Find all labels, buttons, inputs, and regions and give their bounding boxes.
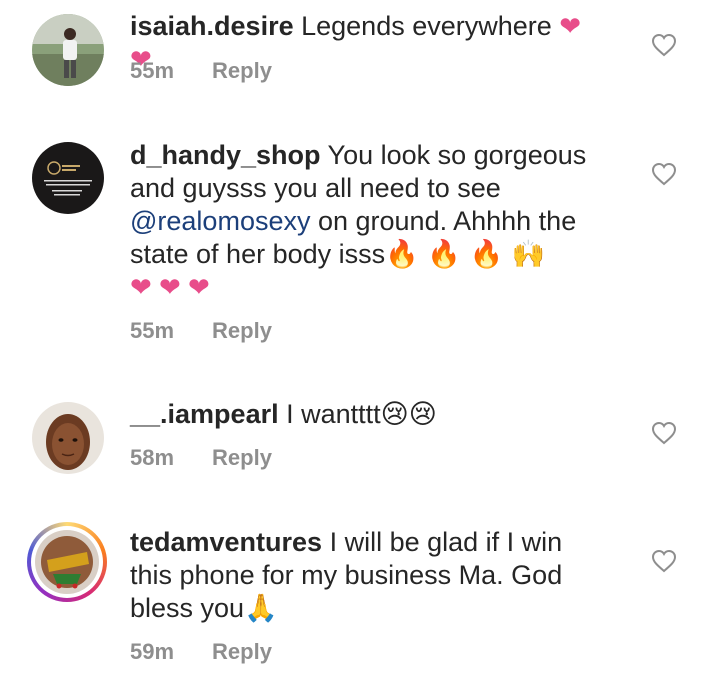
avatar [31, 526, 103, 598]
avatar-photo [32, 402, 104, 474]
comment-meta: 58m Reply [130, 445, 272, 471]
comment-text: __.iampearl I wantttt😢😢 [130, 398, 600, 431]
heart-outline-icon[interactable] [651, 421, 677, 445]
reply-button[interactable]: Reply [212, 445, 272, 470]
comment-meta: 59m Reply [130, 639, 272, 665]
reply-button[interactable]: Reply [212, 58, 272, 83]
heart-emoji: ❤ ❤ ❤ [130, 272, 210, 302]
mention-link[interactable]: @realomosexy [130, 206, 310, 236]
comment-meta: 55m Reply [130, 58, 272, 84]
praying-hands-emoji: 🙏 [244, 593, 278, 624]
comment-time: 59m [130, 639, 175, 664]
comment-meta: 55m Reply [130, 318, 272, 344]
heart-outline-icon[interactable] [651, 549, 677, 573]
comment-username[interactable]: tedamventures [130, 527, 322, 557]
avatar-photo [32, 142, 104, 214]
comment-username[interactable]: d_handy_shop [130, 140, 321, 170]
comment-time: 55m [130, 58, 175, 83]
avatar[interactable] [32, 142, 104, 214]
avatar-photo [32, 14, 104, 86]
avatar-photo [35, 530, 99, 594]
comment-username[interactable]: isaiah.desire [130, 11, 294, 41]
comment-time: 55m [130, 318, 175, 343]
reply-button[interactable]: Reply [212, 639, 272, 664]
avatar-story-ring[interactable] [27, 522, 107, 602]
avatar[interactable] [32, 14, 104, 86]
comment-body: Legends everywhere [293, 11, 552, 41]
comment-time: 58m [130, 445, 175, 470]
fire-emoji: 🔥 🔥 🔥 🙌 [385, 239, 546, 270]
comment-body: I wantttt [278, 399, 381, 429]
comment-text: d_handy_shop You look so gorgeous and gu… [130, 139, 600, 304]
comment-text: tedamventures I will be glad if I win th… [130, 526, 600, 625]
sad-face-emoji: 😢😢 [380, 399, 437, 430]
reply-button[interactable]: Reply [212, 318, 272, 343]
heart-outline-icon[interactable] [651, 33, 677, 57]
comment-username[interactable]: __.iampearl [130, 399, 279, 429]
heart-outline-icon[interactable] [651, 162, 677, 186]
avatar[interactable] [32, 402, 104, 474]
